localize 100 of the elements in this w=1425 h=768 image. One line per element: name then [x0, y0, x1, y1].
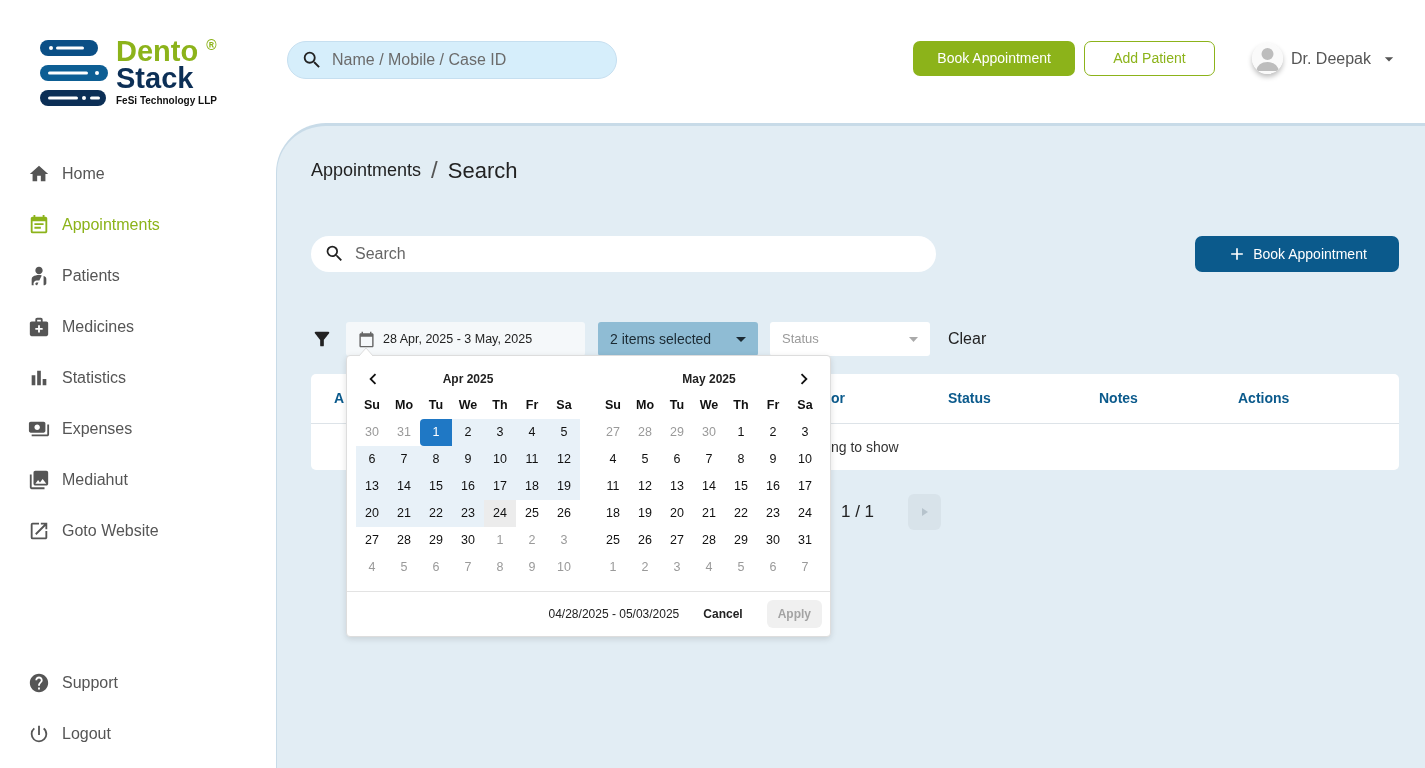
column-header[interactable]: A	[334, 390, 345, 406]
calendar-day[interactable]: 30	[757, 527, 789, 554]
column-header[interactable]: Actions	[1238, 390, 1290, 406]
calendar-day[interactable]: 19	[629, 500, 661, 527]
calendar-day[interactable]: 21	[388, 500, 420, 527]
calendar-day[interactable]: 1	[420, 419, 452, 446]
sidebar-item[interactable]: Logout	[0, 708, 276, 759]
calendar-day[interactable]: 15	[420, 473, 452, 500]
calendar-day[interactable]: 10	[484, 446, 516, 473]
calendar-day[interactable]: 25	[597, 527, 629, 554]
calendar-day[interactable]: 11	[516, 446, 548, 473]
month-title: Apr 2025	[442, 371, 494, 388]
clear-button[interactable]: Clear	[948, 327, 987, 351]
type-select[interactable]: 2 items selected	[598, 322, 758, 356]
column-header[interactable]: Notes	[1099, 390, 1138, 406]
calendar-day[interactable]: 23	[452, 500, 484, 527]
sidebar-item[interactable]: Goto Website	[0, 505, 276, 556]
calendar-day[interactable]: 26	[629, 527, 661, 554]
calendar-day[interactable]: 6	[356, 446, 388, 473]
calendar-day[interactable]: 27	[356, 527, 388, 554]
calendar-day[interactable]: 25	[516, 500, 548, 527]
calendar-day[interactable]: 3	[789, 419, 821, 446]
calendar-day[interactable]: 26	[548, 500, 580, 527]
calendar-day[interactable]: 18	[516, 473, 548, 500]
registered-mark: ®	[206, 38, 217, 52]
breadcrumb-separator: /	[431, 155, 438, 185]
weekday-label: Sa	[796, 396, 814, 414]
calendar-day[interactable]: 8	[420, 446, 452, 473]
calendar-icon	[28, 213, 50, 236]
column-header[interactable]: Status	[948, 390, 991, 406]
calendar-day[interactable]: 1	[725, 419, 757, 446]
book-appointment-button[interactable]: Book Appointment	[1195, 236, 1399, 272]
calendar-day[interactable]: 28	[388, 527, 420, 554]
cancel-button[interactable]: Cancel	[703, 605, 743, 623]
sidebar-item[interactable]: Statistics	[0, 352, 276, 403]
logo-icon	[40, 40, 110, 106]
calendar-day[interactable]: 11	[597, 473, 629, 500]
calendar-day[interactable]: 24	[484, 500, 516, 527]
calendar-day[interactable]: 23	[757, 500, 789, 527]
calendar-day[interactable]: 18	[597, 500, 629, 527]
calendar-day[interactable]: 16	[757, 473, 789, 500]
calendar-day[interactable]: 15	[725, 473, 757, 500]
calendar-day[interactable]: 4	[516, 419, 548, 446]
calendar-day[interactable]: 5	[548, 419, 580, 446]
calendar-day[interactable]: 7	[693, 446, 725, 473]
weekday-label: Sa	[555, 396, 573, 414]
company-name: FeSi Technology LLP	[116, 94, 217, 108]
sidebar-item[interactable]: Mediahut	[0, 454, 276, 505]
calendar-day[interactable]: 22	[420, 500, 452, 527]
selected-range-text: 04/28/2025 - 05/03/2025	[548, 606, 680, 623]
calendar-day[interactable]: 9	[757, 446, 789, 473]
sidebar-item[interactable]: Expenses	[0, 403, 276, 454]
weekday-label: Fr	[524, 396, 540, 414]
calendar-day[interactable]: 2	[452, 419, 484, 446]
calendar-day[interactable]: 21	[693, 500, 725, 527]
calendar-day[interactable]: 8	[725, 446, 757, 473]
weekday-label: Th	[491, 396, 509, 414]
calendar-day[interactable]: 2	[757, 419, 789, 446]
weekday-label: Su	[363, 396, 381, 414]
date-range-field[interactable]: 28 Apr, 2025 - 3 May, 2025	[346, 322, 585, 356]
sidebar-item[interactable]: Medicines	[0, 301, 276, 352]
calendar-day[interactable]: 13	[356, 473, 388, 500]
calendar-day[interactable]: 30	[452, 527, 484, 554]
breadcrumb-link[interactable]: Appointments	[311, 156, 422, 184]
top-search-field[interactable]: Name / Mobile / Case ID	[287, 41, 617, 79]
user-name[interactable]: Dr. Deepak	[1290, 46, 1371, 71]
column-header[interactable]: or	[831, 390, 845, 406]
calendar-day[interactable]: 14	[693, 473, 725, 500]
calendar-day[interactable]: 3	[484, 419, 516, 446]
calendar-day[interactable]: 17	[789, 473, 821, 500]
calendar-day[interactable]: 20	[661, 500, 693, 527]
calendar-day[interactable]: 16	[452, 473, 484, 500]
calendar-day[interactable]: 7	[388, 446, 420, 473]
weekday-label: Mo	[634, 396, 656, 414]
calendar-day[interactable]: 24	[789, 500, 821, 527]
calendar-day[interactable]: 14	[388, 473, 420, 500]
search-field[interactable]: Search	[311, 236, 936, 272]
weekday-label: We	[698, 396, 720, 414]
calendar-day[interactable]: 13	[661, 473, 693, 500]
calendar-day[interactable]: 20	[356, 500, 388, 527]
sidebar-item[interactable]: Support	[0, 657, 276, 708]
calendar-day[interactable]: 19	[548, 473, 580, 500]
calendar-day[interactable]: 31	[789, 527, 821, 554]
help-icon	[28, 671, 50, 694]
calendar-day[interactable]: 9	[452, 446, 484, 473]
calendar-day[interactable]: 28	[693, 527, 725, 554]
sidebar-item[interactable]: Patients	[0, 250, 276, 301]
calendar-day[interactable]: 12	[629, 473, 661, 500]
calendar-day[interactable]: 29	[725, 527, 757, 554]
calendar-day[interactable]: 6	[661, 446, 693, 473]
sidebar-item[interactable]: Home	[0, 148, 276, 199]
calendar-day[interactable]: 29	[420, 527, 452, 554]
caret-icon	[736, 336, 746, 342]
calendar-day[interactable]: 17	[484, 473, 516, 500]
calendar-day[interactable]: 12	[548, 446, 580, 473]
calendar-day[interactable]: 27	[661, 527, 693, 554]
calendar-day[interactable]: 4	[597, 446, 629, 473]
calendar-day[interactable]: 22	[725, 500, 757, 527]
calendar-day[interactable]: 5	[629, 446, 661, 473]
calendar-day[interactable]: 10	[789, 446, 821, 473]
